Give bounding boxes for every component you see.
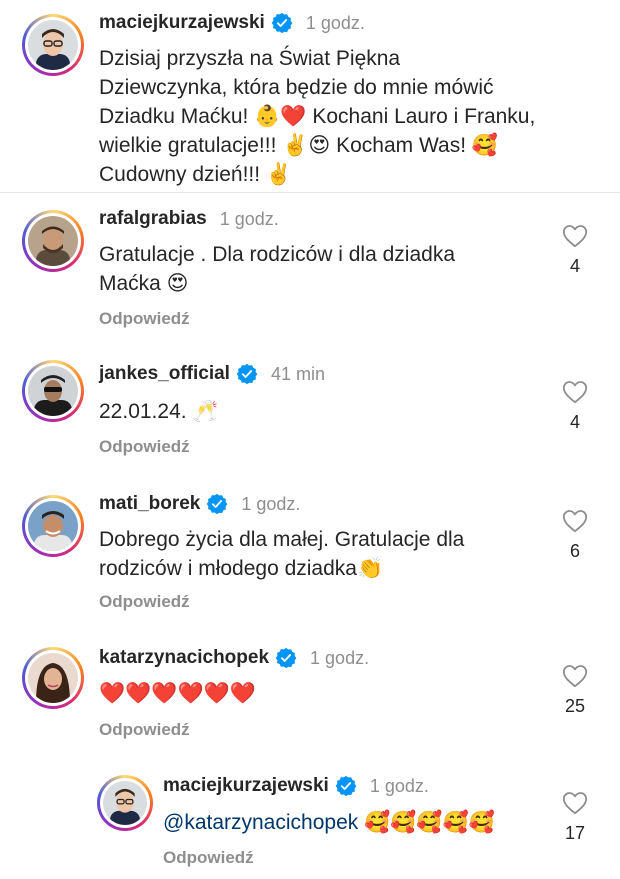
caption-line: Dziadku Maćku! 👶❤️ Kochani Lauro i Frank… <box>99 105 536 128</box>
like-control: 25 <box>555 664 595 717</box>
avatar[interactable] <box>22 647 84 709</box>
like-control: 17 <box>555 791 595 844</box>
comment-item: jankes_official 41 min 22.01.24. 🥂 Odpow… <box>0 343 620 478</box>
comment-line: rodziców i młodego dziadka👏 <box>99 557 384 580</box>
reply-button[interactable]: Odpowiedź <box>163 848 254 868</box>
username[interactable]: mati_borek <box>99 493 200 515</box>
heart-outline-icon[interactable] <box>562 509 588 533</box>
like-count: 4 <box>569 256 580 276</box>
emoji-text: 🥰🥰🥰🥰🥰 <box>358 811 495 834</box>
caption-line: Cudowny dzień!!! ✌️ <box>99 163 293 186</box>
avatar[interactable] <box>22 210 84 272</box>
comment-item: rafalgrabias 1 godz. Gratulacje . Dla ro… <box>0 193 620 343</box>
like-control: 6 <box>555 509 595 562</box>
timestamp: 1 godz. <box>369 775 429 796</box>
comment-header: maciejkurzajewski 1 godz. <box>163 775 429 797</box>
comment-header: katarzynacichopek 1 godz. <box>99 647 369 669</box>
comment-header: jankes_official 41 min <box>99 363 325 385</box>
profile-photo <box>28 653 78 703</box>
like-count: 25 <box>564 696 586 716</box>
avatar[interactable] <box>22 495 84 557</box>
comment-line: Dobrego życia dla małej. Gratulacje dla <box>99 528 465 551</box>
caption-line: wielkie gratulacje!!! ✌️😍 Kocham Was! 🥰 <box>99 134 499 157</box>
like-count: 6 <box>569 541 580 561</box>
like-control: 4 <box>555 224 595 277</box>
avatar[interactable] <box>97 775 153 831</box>
profile-photo <box>28 501 78 551</box>
timestamp: 1 godz. <box>241 493 301 514</box>
heart-outline-icon[interactable] <box>562 380 588 404</box>
comment-item: mati_borek 1 godz. Dobrego życia dla mał… <box>0 478 620 633</box>
comment-item: katarzynacichopek 1 godz. ❤️❤️❤️❤️❤️❤️ O… <box>0 633 620 763</box>
timestamp: 1 godz. <box>310 647 370 668</box>
username[interactable]: jankes_official <box>99 363 230 385</box>
post-caption: maciejkurzajewski 1 godz. Dzisiaj przysz… <box>0 0 620 193</box>
caption-text: Dzisiaj przyszła na Świat Piękna Dziewcz… <box>99 44 535 189</box>
comment-text: Dobrego życia dla małej. Gratulacje dla … <box>99 525 464 583</box>
username[interactable]: maciejkurzajewski <box>163 775 329 797</box>
heart-outline-icon[interactable] <box>562 664 588 688</box>
avatar[interactable] <box>22 360 84 422</box>
profile-photo <box>103 781 147 825</box>
reply-button[interactable]: Odpowiedź <box>99 437 190 457</box>
heart-outline-icon[interactable] <box>562 791 588 815</box>
verified-badge-icon <box>236 363 258 385</box>
comment-line: ❤️❤️❤️❤️❤️❤️ <box>99 682 256 705</box>
comment-line: Gratulacje . Dla rodziców i dla dziadka <box>99 243 455 266</box>
comment-text: Gratulacje . Dla rodziców i dla dziadka … <box>99 240 455 298</box>
verified-badge-icon <box>271 12 293 34</box>
reply-comment-item: maciejkurzajewski 1 godz. @katarzynacich… <box>0 763 620 879</box>
profile-photo <box>28 20 78 70</box>
comment-header: mati_borek 1 godz. <box>99 493 300 515</box>
profile-photo <box>28 366 78 416</box>
verified-badge-icon <box>335 775 357 797</box>
reply-button[interactable]: Odpowiedź <box>99 720 190 740</box>
comment-text: 22.01.24. 🥂 <box>99 397 219 426</box>
comment-line: 22.01.24. 🥂 <box>99 400 219 423</box>
like-count: 17 <box>564 823 586 843</box>
like-count: 4 <box>569 412 580 432</box>
profile-photo <box>28 216 78 266</box>
verified-badge-icon <box>275 647 297 669</box>
username[interactable]: maciejkurzajewski <box>99 12 265 34</box>
reply-button[interactable]: Odpowiedź <box>99 592 190 612</box>
avatar[interactable] <box>22 14 84 76</box>
timestamp: 41 min <box>270 363 325 384</box>
verified-badge-icon <box>206 493 228 515</box>
like-control: 4 <box>555 380 595 433</box>
comment-text: @katarzynacichopek 🥰🥰🥰🥰🥰 <box>163 808 495 837</box>
caption-line: Dzisiaj przyszła na Świat Piękna <box>99 47 401 70</box>
comment-header: rafalgrabias 1 godz. <box>99 208 279 230</box>
timestamp: 1 godz. <box>219 208 279 229</box>
comment-header: maciejkurzajewski 1 godz. <box>99 12 365 34</box>
username[interactable]: rafalgrabias <box>99 208 207 230</box>
comment-text: ❤️❤️❤️❤️❤️❤️ <box>99 679 256 708</box>
timestamp: 1 godz. <box>305 12 365 33</box>
reply-button[interactable]: Odpowiedź <box>99 309 190 329</box>
comment-line: Maćka 😍 <box>99 272 189 295</box>
mention-link[interactable]: @katarzynacichopek <box>163 811 358 834</box>
heart-outline-icon[interactable] <box>562 224 588 248</box>
caption-line: Dziewczynka, która będzie do mnie mówić <box>99 76 494 99</box>
username[interactable]: katarzynacichopek <box>99 647 269 669</box>
